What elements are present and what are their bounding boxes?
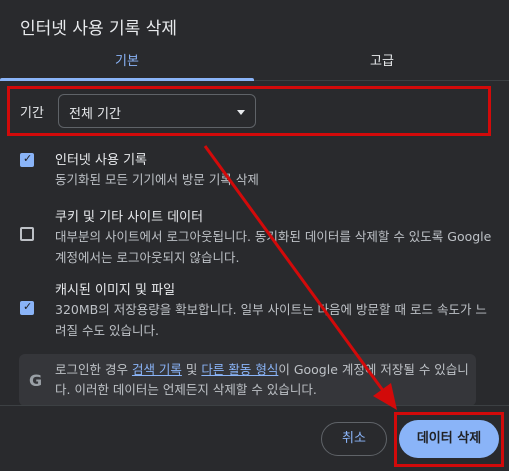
- google-account-info: G 로그인한 경우 검색 기록 및 다른 활동 형식이 Google 계정에 저…: [19, 354, 476, 406]
- tab-bar: 기본 고급: [0, 48, 509, 81]
- option-title: 인터넷 사용 기록: [55, 153, 147, 168]
- option-description: 대부분의 사이트에서 로그아웃됩니다. 동기화된 데이터를 삭제할 수 있도록 …: [55, 229, 492, 265]
- option-description: 320MB의 저장용량을 확보합니다. 일부 사이트는 다음에 방문할 때 로드…: [55, 302, 487, 338]
- info-mid: 및: [181, 362, 202, 377]
- google-g-icon: G: [29, 371, 43, 390]
- checkmark-icon: ✓: [23, 300, 33, 313]
- option-cookies[interactable]: 쿠키 및 기타 사이트 데이터 대부분의 사이트에서 로그아웃됩니다. 동기화된…: [20, 206, 491, 268]
- search-history-link[interactable]: 검색 기록: [132, 362, 182, 377]
- option-title: 쿠키 및 기타 사이트 데이터: [55, 210, 204, 225]
- option-description: 동기화된 모든 기기에서 방문 기록 삭제: [55, 172, 259, 187]
- time-range-label: 기간: [20, 106, 44, 121]
- info-prefix: 로그인한 경우: [55, 362, 132, 377]
- option-browsing-history[interactable]: ✓ 인터넷 사용 기록 동기화된 모든 기기에서 방문 기록 삭제: [20, 149, 490, 189]
- delete-data-button[interactable]: 데이터 삭제: [399, 420, 499, 458]
- option-cached-files[interactable]: ✓ 캐시된 이미지 및 파일 320MB의 저장용량을 확보합니다. 일부 사이…: [20, 279, 490, 341]
- checkbox-cached-files[interactable]: ✓: [20, 300, 34, 315]
- cancel-button[interactable]: 취소: [321, 422, 387, 456]
- dialog-title: 인터넷 사용 기록 삭제: [20, 19, 177, 39]
- tab-basic[interactable]: 기본: [0, 48, 254, 80]
- footer-divider: [0, 405, 509, 406]
- option-title: 캐시된 이미지 및 파일: [55, 283, 176, 298]
- tab-selected-indicator: [0, 78, 254, 81]
- clear-browsing-data-dialog: 인터넷 사용 기록 삭제 기본 고급 기간 전체 기간 ✓ 인터넷 사용 기록 …: [0, 0, 509, 471]
- checkbox-cookies[interactable]: [20, 227, 34, 241]
- other-activity-link[interactable]: 다른 활동 형식: [201, 362, 278, 377]
- time-range-select[interactable]: 전체 기간: [58, 94, 256, 128]
- dropdown-caret-icon: [237, 110, 245, 115]
- time-range-value: 전체 기간: [69, 107, 121, 122]
- info-text: 로그인한 경우 검색 기록 및 다른 활동 형식이 Google 계정에 저장될…: [55, 360, 471, 400]
- checkbox-browsing-history[interactable]: ✓: [20, 152, 34, 167]
- tab-advanced[interactable]: 고급: [255, 48, 509, 80]
- checkmark-icon: ✓: [23, 152, 33, 165]
- time-range-row: 기간 전체 기간: [20, 92, 490, 130]
